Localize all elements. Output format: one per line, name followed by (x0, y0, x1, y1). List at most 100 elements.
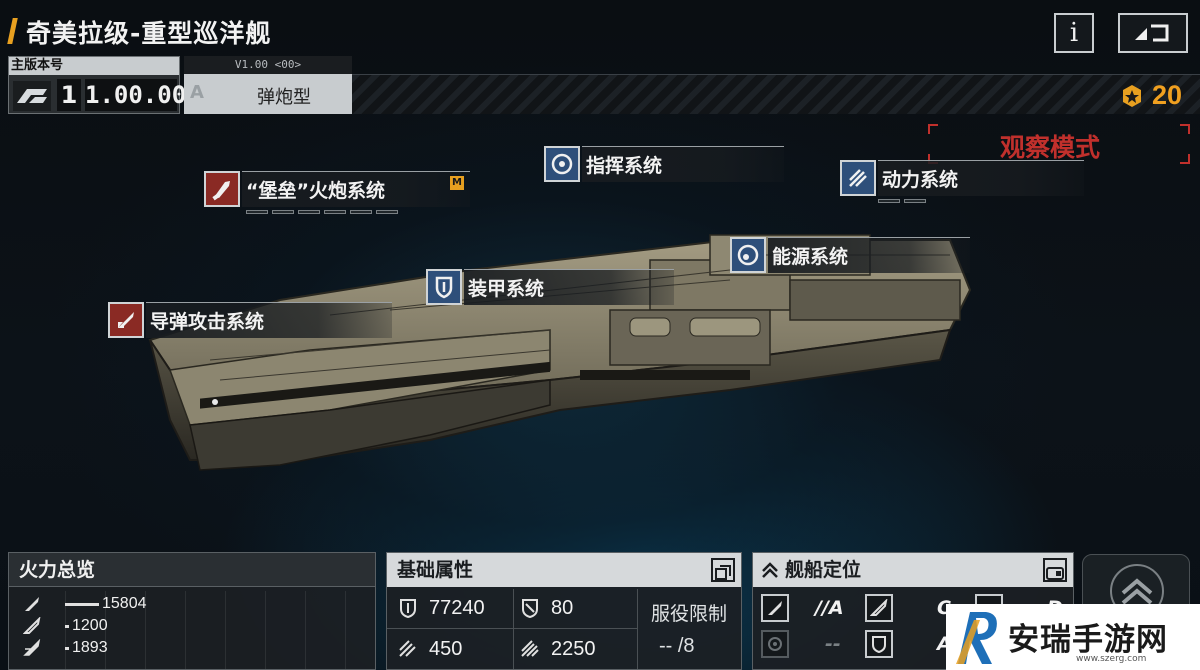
siege-icon (23, 639, 41, 656)
chevron-rank-icon (762, 562, 778, 578)
system-label-body: 装甲系统 (464, 269, 674, 305)
version-strip-decoration (352, 74, 1200, 114)
main-version-label: 主版本号 (9, 57, 179, 75)
system-name: “堡垒”火炮系统 (246, 180, 385, 202)
stat-speed: 450 (397, 631, 462, 667)
firepower-panel: 火力总览 15804 1200 1893 (8, 552, 376, 670)
copy-icon[interactable] (711, 558, 735, 582)
firepower-bar (65, 624, 69, 628)
missile-icon (108, 302, 144, 338)
role-cell: -- (761, 629, 841, 659)
system-badge: M (450, 176, 464, 190)
stat-armor: 80 (519, 590, 573, 626)
defense-role-icon (865, 630, 893, 658)
back-icon (1135, 24, 1169, 42)
stat-hp-value: 77240 (429, 596, 485, 619)
armor-shield-icon (426, 269, 462, 305)
system-armor[interactable]: 装甲系统 (426, 268, 674, 306)
warp-speed-icon (521, 640, 539, 657)
firepower-row: 15804 (23, 593, 147, 615)
card-view-icon[interactable] (1043, 558, 1067, 582)
system-energy[interactable]: 能源系统 (730, 236, 970, 274)
command-radar-icon (544, 146, 580, 182)
system-label-body: “堡垒”火炮系统 M (242, 171, 470, 207)
system-name: 导弹攻击系统 (150, 311, 265, 333)
points-medal-icon (1123, 84, 1141, 107)
armor-icon (522, 599, 538, 619)
role-grade: -- (825, 633, 841, 655)
firepower-value: 1893 (72, 639, 108, 656)
watermark: 安瑞手游网 www.szerg.com (946, 604, 1200, 670)
cannon-shell-icon (204, 171, 240, 207)
positioning-label: 舰船定位 (785, 559, 862, 581)
stat-warp-value: 2250 (551, 637, 596, 660)
system-missile[interactable]: 导弹攻击系统 (108, 301, 392, 339)
system-slots (246, 210, 398, 214)
corner-bracket (1180, 154, 1190, 164)
base-attributes-panel: 基础属性 77240 80 450 2250 服役限制 -- /8 (386, 552, 742, 670)
divider (637, 589, 638, 669)
stat-hp: 77240 (397, 590, 485, 626)
system-label-body: 导弹攻击系统 (146, 302, 392, 338)
role-cell: //A (761, 593, 844, 623)
service-limit-label: 服役限制 (651, 603, 728, 625)
firepower-bar (65, 602, 99, 606)
anti-aircraft-icon (23, 617, 41, 634)
stat-warp: 2250 (519, 631, 596, 667)
watermark-text: 安瑞手游网 (1008, 622, 1168, 658)
ship-title: 奇美拉级-重型巡洋舰 (26, 19, 272, 48)
sub-version-box[interactable]: V1.00 <00> A 弹炮型 (184, 56, 352, 114)
role-cell: A (865, 629, 952, 659)
energy-core-icon (730, 237, 766, 273)
stat-armor-value: 80 (551, 596, 574, 619)
faction-logo-icon (13, 81, 51, 111)
role-grade: //A (815, 597, 844, 619)
system-artillery[interactable]: “堡垒”火炮系统 M (204, 170, 470, 214)
system-name: 能源系统 (772, 246, 849, 268)
engine-thrust-icon (840, 160, 876, 196)
base-attributes-label: 基础属性 (397, 559, 474, 581)
system-label-body: 动力系统 (878, 160, 1084, 196)
sub-version-type: 弹炮型 (257, 87, 311, 108)
system-slots (878, 199, 926, 203)
system-label-body: 能源系统 (768, 237, 970, 273)
speed-icon (399, 640, 416, 657)
watermark-logo-icon (956, 612, 997, 664)
system-command[interactable]: 指挥系统 (544, 145, 784, 183)
system-name: 指挥系统 (586, 155, 663, 177)
title-accent-bar (7, 18, 18, 44)
firepower-value: 15804 (102, 595, 147, 612)
minor-version: 1.00.00 (85, 79, 187, 111)
anti-ship-icon (25, 597, 39, 611)
firepower-bar (65, 646, 69, 650)
firepower-row: 1893 (23, 637, 108, 659)
back-button[interactable] (1118, 13, 1188, 53)
stat-speed-value: 450 (429, 637, 463, 660)
watermark-url: www.szerg.com (1076, 654, 1147, 664)
info-icon: i (1069, 18, 1079, 48)
durability-shield-icon (400, 599, 416, 619)
observe-mode-button[interactable]: 观察模式 (928, 124, 1190, 164)
sub-version-code: V1.00 <00> (184, 56, 352, 74)
firepower-row: 1200 (23, 615, 108, 637)
divider (387, 628, 637, 629)
anti-aircraft-role-icon (865, 594, 893, 622)
sub-version-grade: A (190, 82, 204, 103)
base-attributes-title: 基础属性 (387, 553, 741, 587)
system-label-body: 指挥系统 (582, 146, 784, 182)
service-limit-value: -- /8 (659, 635, 695, 657)
version-strip: 主版本号 1 1.00.00 V1.00 <00> A 弹炮型 20 (0, 56, 1200, 114)
divider (513, 589, 514, 669)
title-bar: 奇美拉级-重型巡洋舰 i (0, 0, 1200, 54)
points-value: 20 (1152, 80, 1183, 110)
info-button[interactable]: i (1054, 13, 1094, 53)
system-name: 装甲系统 (468, 278, 545, 300)
points-display: 20 (1120, 80, 1182, 111)
main-version-box: 主版本号 1 1.00.00 (8, 56, 187, 114)
major-version: 1 (57, 79, 81, 111)
corner-bracket (928, 124, 938, 134)
system-name: 动力系统 (882, 169, 959, 191)
positioning-title: 舰船定位 (753, 553, 1073, 587)
corner-bracket (1180, 124, 1190, 134)
system-propulsion[interactable]: 动力系统 (840, 159, 1084, 203)
